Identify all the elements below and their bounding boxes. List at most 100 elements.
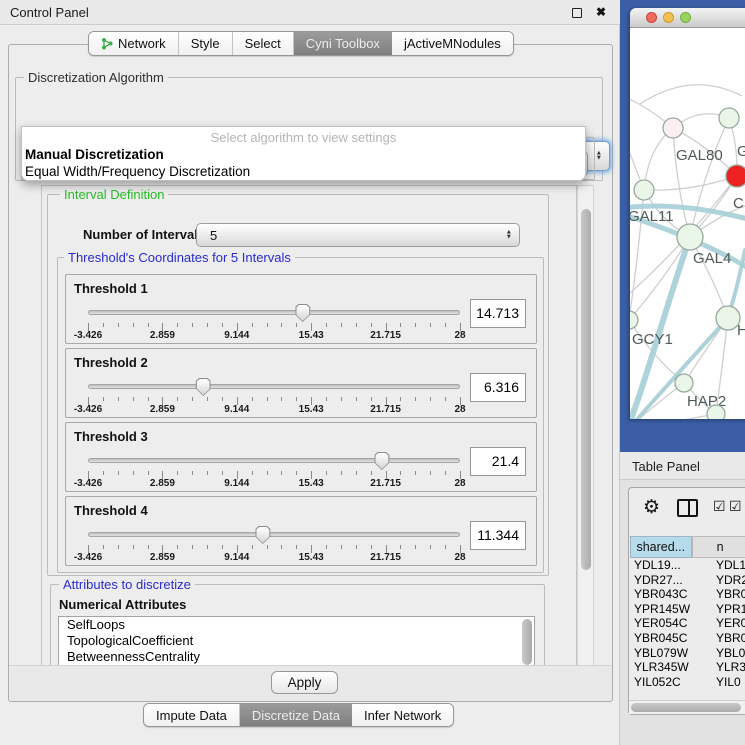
table-row[interactable]: YDL19...YDL1	[630, 558, 745, 573]
slider-tick-label: 21.715	[370, 478, 401, 489]
table-horizontal-scrollbar[interactable]	[629, 700, 745, 714]
threshold-value-field[interactable]: 21.4	[470, 447, 526, 476]
network-node-ga[interactable]	[719, 108, 739, 128]
slider-tick	[356, 397, 357, 401]
network-node[interactable]	[707, 405, 725, 419]
slider-tick	[296, 471, 297, 475]
table-row[interactable]: YBR045CYBR0	[630, 631, 745, 646]
network-node-gal11[interactable]	[634, 180, 654, 200]
slider-tick	[118, 545, 119, 549]
table-row[interactable]: YBL079WYBL0	[630, 646, 745, 661]
column-header-shared-name[interactable]: shared...	[630, 536, 692, 558]
slider-track[interactable]	[88, 310, 460, 315]
number-of-intervals-combobox[interactable]: 5 ▲▼	[196, 223, 520, 247]
threshold-value-field[interactable]: 11.344	[470, 521, 526, 550]
close-icon[interactable]: ✖	[596, 5, 606, 19]
slider-thumb[interactable]	[374, 452, 389, 470]
table-header-row: shared... n	[630, 536, 745, 558]
algorithm-popup-item[interactable]: Manual Discretization	[22, 146, 585, 163]
tab-jactivemnodules[interactable]: jActiveMNodules	[392, 32, 513, 55]
table-row[interactable]: YDR27...YDR2	[630, 573, 745, 588]
tab-network[interactable]: Network	[89, 32, 179, 55]
minimize-window-button[interactable]	[663, 12, 674, 23]
tab-select[interactable]: Select	[233, 32, 294, 55]
interval-definition-group: Interval Definition Number of Intervals …	[47, 194, 549, 576]
tab-style[interactable]: Style	[179, 32, 233, 55]
threshold-value-field[interactable]: 6.316	[470, 373, 526, 402]
slider-tick	[341, 471, 342, 475]
table-toolbar: ⚙ ☑ ☑	[629, 488, 745, 530]
attribute-list-item[interactable]: SelfLoops	[59, 617, 534, 633]
network-window-titlebar[interactable]	[630, 8, 745, 28]
cell-shared-name: YER054C	[630, 616, 708, 631]
slider-tick	[148, 545, 149, 549]
slider-thumb[interactable]	[255, 526, 270, 544]
network-canvas[interactable]: GAL80GACGAL11GAL4GCY1HHAP2	[630, 28, 745, 419]
network-node-hap2[interactable]	[675, 374, 693, 392]
control-panel-title: Control Panel	[10, 5, 89, 20]
table-row[interactable]: YER054CYER0	[630, 616, 745, 631]
gear-icon[interactable]: ⚙	[643, 496, 660, 519]
float-window-icon[interactable]	[572, 8, 582, 18]
threshold-slider[interactable]: -3.4262.8599.14415.4321.71528	[88, 449, 460, 491]
algorithm-dropdown-popup: Select algorithm to view settings Manual…	[21, 126, 586, 181]
slider-thumb[interactable]	[196, 378, 211, 396]
split-view-icon[interactable]	[677, 499, 698, 517]
network-node-gcy1[interactable]	[630, 311, 638, 329]
checkbox-checked-icon[interactable]: ☑	[729, 498, 742, 515]
settings-scrollbar[interactable]	[577, 185, 594, 669]
numerical-attributes-list[interactable]: SelfLoopsTopologicalCoefficientBetweenne…	[58, 616, 535, 668]
attribute-list-item[interactable]: BetweennessCentrality	[59, 649, 534, 665]
slider-track[interactable]	[88, 384, 460, 389]
threshold-slider[interactable]: -3.4262.8599.14415.4321.71528	[88, 301, 460, 343]
apply-button[interactable]: Apply	[271, 671, 338, 694]
network-node-label: GAL11	[630, 208, 674, 225]
network-node-label: GAL80	[676, 147, 723, 164]
slider-track[interactable]	[88, 532, 460, 537]
table-row[interactable]: YPR145WYPR1	[630, 602, 745, 617]
threshold-box: Threshold 3-3.4262.8599.14415.4321.71528…	[65, 422, 537, 492]
checkbox-checked-icon[interactable]: ☑	[713, 498, 726, 515]
network-node-label: GA	[737, 143, 745, 160]
control-panel-titlebar: Control Panel ✖	[0, 0, 620, 25]
slider-tick	[148, 397, 149, 401]
slider-track[interactable]	[88, 458, 460, 463]
tab-infer-network[interactable]: Infer Network	[352, 704, 453, 726]
slider-tick	[445, 545, 446, 549]
attribute-list-item[interactable]: TopologicalCoefficient	[59, 633, 534, 649]
threshold-label: Threshold 1	[74, 281, 148, 296]
slider-tick	[133, 545, 134, 549]
right-panel: GAL80GACGAL11GAL4GCY1HHAP2 Table Panel ⚙…	[620, 0, 745, 745]
number-of-intervals-label: Number of Intervals	[83, 227, 205, 242]
tab-label: Style	[191, 36, 220, 51]
network-node-gal80[interactable]	[663, 118, 683, 138]
slider-tick	[177, 397, 178, 401]
network-node-label: GAL4	[693, 250, 731, 267]
network-node-gal4[interactable]	[677, 224, 703, 250]
table-row[interactable]: YLR345WYLR3	[630, 660, 745, 675]
slider-tick	[267, 323, 268, 327]
threshold-value-field[interactable]: 14.713	[470, 299, 526, 328]
algorithm-popup-item[interactable]: Equal Width/Frequency Discretization	[22, 163, 585, 180]
network-node-label: C	[733, 195, 744, 212]
slider-thumb[interactable]	[295, 304, 310, 322]
apply-strip: Apply	[9, 665, 612, 701]
control-panel: Control Panel ✖ Network Style SelectCyni T…	[0, 0, 620, 745]
cell-shared-name: YBR043C	[630, 587, 708, 602]
tab-impute-data[interactable]: Impute Data	[144, 704, 240, 726]
threshold-box: Threshold 2-3.4262.8599.14415.4321.71528…	[65, 348, 537, 418]
tab-discretize-data[interactable]: Discretize Data	[240, 704, 352, 726]
table-row[interactable]: YBR043CYBR0	[630, 587, 745, 602]
close-window-button[interactable]	[646, 12, 657, 23]
attributes-list-scrollbar[interactable]	[522, 619, 532, 665]
threshold-slider[interactable]: -3.4262.8599.14415.4321.71528	[88, 523, 460, 565]
column-header-name[interactable]: n	[692, 536, 745, 558]
tab-cyni-toolbox[interactable]: Cyni Toolbox	[294, 32, 392, 55]
table-panel-body: ⚙ ☑ ☑ shared... n YDL19...YDL1YDR27...YD…	[628, 487, 745, 715]
slider-tick-label: 9.144	[224, 552, 249, 563]
table-row[interactable]: YIL052CYIL0	[630, 675, 745, 690]
network-node-c[interactable]	[726, 165, 745, 187]
zoom-window-button[interactable]	[680, 12, 691, 23]
slider-tick-label: 2.859	[150, 404, 175, 415]
threshold-slider[interactable]: -3.4262.8599.14415.4321.71528	[88, 375, 460, 417]
